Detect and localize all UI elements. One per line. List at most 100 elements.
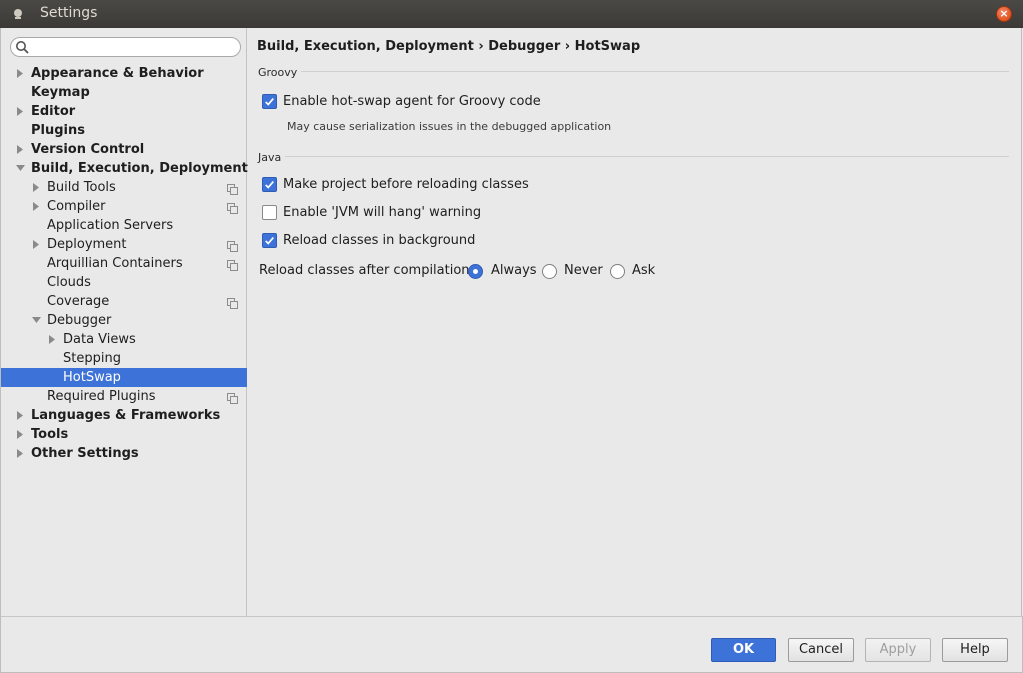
expanded-arrow-icon[interactable]: [16, 159, 26, 178]
close-icon: ×: [999, 7, 1009, 20]
tree-item-tools[interactable]: Tools: [1, 425, 247, 444]
title-bar: Settings ×: [0, 0, 1023, 28]
tree-item-version-control[interactable]: Version Control: [1, 140, 247, 159]
checkmark-icon: [265, 236, 274, 245]
collapsed-arrow-icon[interactable]: [48, 330, 58, 349]
window-title: Settings: [40, 5, 98, 21]
collapsed-arrow-icon[interactable]: [32, 197, 42, 216]
tree-item-label: Editor: [31, 104, 76, 119]
tree-item-label: Deployment: [47, 237, 127, 252]
tree-item-plugins[interactable]: Plugins: [1, 121, 247, 140]
tree-item-appearance-behavior[interactable]: Appearance & Behavior: [1, 64, 247, 83]
tree-item-build-execution-deployment[interactable]: Build, Execution, Deployment: [1, 159, 248, 178]
groovy-agent-checkbox[interactable]: [262, 94, 277, 109]
project-settings-icon: [227, 391, 238, 404]
tree-item-application-servers[interactable]: Application Servers: [1, 216, 247, 235]
project-settings-icon: [227, 258, 238, 271]
breadcrumb: Build, Execution, Deployment › Debugger …: [257, 39, 641, 54]
tree-item-keymap[interactable]: Keymap: [1, 83, 247, 102]
project-settings-icon: [227, 201, 238, 214]
make-project-label[interactable]: Make project before reloading classes: [283, 177, 529, 192]
expanded-arrow-icon[interactable]: [32, 311, 42, 330]
settings-tree: Appearance & Behavior Keymap Editor Plugins…: [1, 64, 248, 463]
java-divider: [285, 156, 1009, 157]
tree-item-stepping[interactable]: Stepping: [1, 349, 247, 368]
help-button[interactable]: Help: [942, 638, 1008, 662]
tree-item-editor[interactable]: Editor: [1, 102, 247, 121]
collapsed-arrow-icon[interactable]: [16, 64, 26, 83]
tree-item-label: Other Settings: [31, 446, 139, 461]
apply-button[interactable]: Apply: [865, 638, 931, 662]
radio-ask[interactable]: [610, 264, 625, 279]
cancel-button[interactable]: Cancel: [788, 638, 854, 662]
collapsed-arrow-icon[interactable]: [32, 235, 42, 254]
tree-item-arquillian-containers[interactable]: Arquillian Containers: [1, 254, 247, 273]
search-box[interactable]: [10, 37, 241, 57]
radio-always-label[interactable]: Always: [491, 263, 537, 278]
groovy-agent-hint: May cause serialization issues in the de…: [287, 120, 612, 133]
collapsed-arrow-icon[interactable]: [16, 102, 26, 121]
checkmark-icon: [265, 180, 274, 189]
jvm-hang-checkbox[interactable]: [262, 205, 277, 220]
tree-item-required-plugins[interactable]: Required Plugins: [1, 387, 247, 406]
dialog-footer: OK Cancel Apply Help: [0, 616, 1023, 673]
tree-item-label: Languages & Frameworks: [31, 408, 221, 423]
tree-item-other-settings[interactable]: Other Settings: [1, 444, 247, 463]
tree-item-label: Required Plugins: [47, 389, 156, 404]
groovy-agent-label[interactable]: Enable hot-swap agent for Groovy code: [283, 94, 541, 109]
reload-background-label[interactable]: Reload classes in background: [283, 233, 475, 248]
tree-item-debugger[interactable]: Debugger: [1, 311, 247, 330]
app-menu-icon[interactable]: [12, 8, 24, 20]
tree-item-label: Clouds: [47, 275, 91, 290]
search-icon: [16, 41, 29, 54]
tree-item-label: Arquillian Containers: [47, 256, 183, 271]
project-settings-icon: [227, 239, 238, 252]
tree-item-label: Version Control: [31, 142, 145, 157]
close-window-button[interactable]: ×: [996, 6, 1012, 22]
tree-item-clouds[interactable]: Clouds: [1, 273, 247, 292]
tree-item-label: Data Views: [63, 332, 136, 347]
radio-never[interactable]: [542, 264, 557, 279]
radio-always[interactable]: [468, 264, 483, 279]
checkmark-icon: [265, 97, 274, 106]
settings-sidebar: Appearance & Behavior Keymap Editor Plugins…: [0, 28, 248, 616]
tree-item-deployment[interactable]: Deployment: [1, 235, 247, 254]
tree-item-label: Stepping: [63, 351, 121, 366]
tree-item-label: Compiler: [47, 199, 106, 214]
jvm-hang-label[interactable]: Enable 'JVM will hang' warning: [283, 205, 481, 220]
collapsed-arrow-icon[interactable]: [16, 406, 26, 425]
reload-background-checkbox[interactable]: [262, 233, 277, 248]
reload-after-label: Reload classes after compilation:: [259, 263, 474, 278]
tree-item-languages-frameworks[interactable]: Languages & Frameworks: [1, 406, 247, 425]
ok-button[interactable]: OK: [711, 638, 776, 662]
project-settings-icon: [227, 296, 238, 309]
tree-item-compiler[interactable]: Compiler: [1, 197, 247, 216]
collapsed-arrow-icon[interactable]: [16, 425, 26, 444]
tree-item-label: HotSwap: [63, 370, 121, 385]
tree-item-label: Debugger: [47, 313, 112, 328]
collapsed-arrow-icon[interactable]: [32, 178, 42, 197]
tree-item-coverage[interactable]: Coverage: [1, 292, 247, 311]
tree-item-label: Keymap: [31, 85, 90, 100]
tree-item-label: Plugins: [31, 123, 85, 138]
tree-item-hotswap[interactable]: HotSwap: [1, 368, 247, 387]
tree-item-label: Tools: [31, 427, 69, 442]
radio-never-label[interactable]: Never: [564, 263, 603, 278]
tree-item-label: Build Tools: [47, 180, 116, 195]
radio-ask-label[interactable]: Ask: [632, 263, 655, 278]
tree-item-data-views[interactable]: Data Views: [1, 330, 247, 349]
collapsed-arrow-icon[interactable]: [16, 444, 26, 463]
tree-item-label: Build, Execution, Deployment: [31, 161, 248, 176]
tree-item-label: Coverage: [47, 294, 110, 309]
tree-item-label: Application Servers: [47, 218, 174, 233]
make-project-checkbox[interactable]: [262, 177, 277, 192]
tree-item-build-tools[interactable]: Build Tools: [1, 178, 247, 197]
search-input[interactable]: [35, 39, 235, 55]
java-section-title: Java: [258, 151, 282, 164]
project-settings-icon: [227, 182, 238, 195]
tree-item-label: Appearance & Behavior: [31, 66, 204, 81]
groovy-divider: [301, 71, 1009, 72]
groovy-section-title: Groovy: [258, 66, 298, 79]
collapsed-arrow-icon[interactable]: [16, 140, 26, 159]
hotswap-panel: Build, Execution, Deployment › Debugger …: [248, 28, 1022, 616]
